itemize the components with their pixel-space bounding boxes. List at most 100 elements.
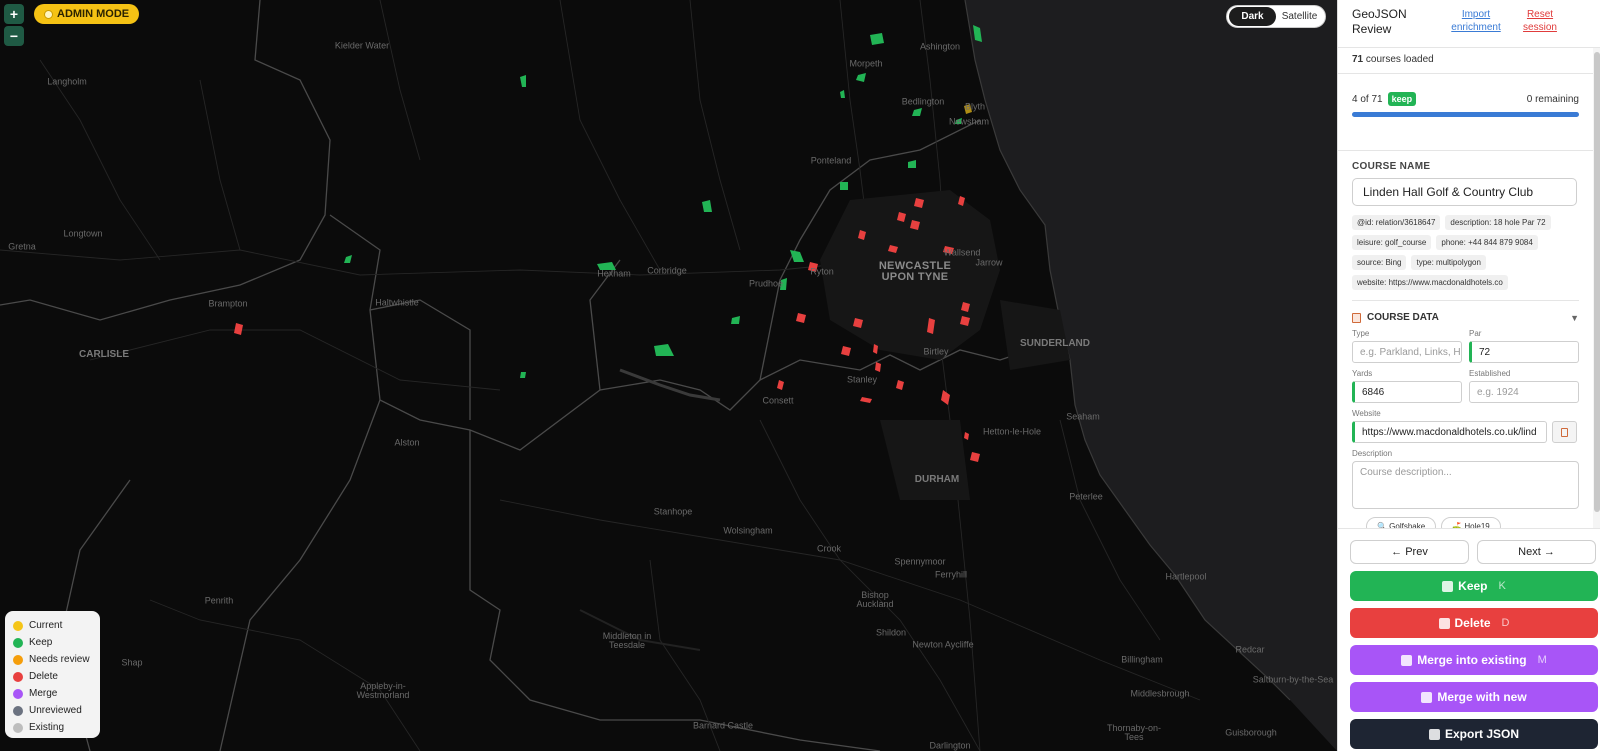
course-name-label: COURSE NAME — [1352, 161, 1431, 172]
style-option-dark[interactable]: Dark — [1229, 7, 1276, 26]
panel-scrollbar[interactable] — [1593, 48, 1600, 528]
export-label: Export JSON — [1444, 727, 1519, 741]
map-view[interactable]: NEWCASTLE UPON TYNE SUNDERLAND DURHAM CA… — [0, 0, 1337, 751]
reset-session-link[interactable]: Reset session — [1518, 8, 1562, 34]
legend-item: Current — [13, 617, 92, 634]
par-label: Par — [1469, 329, 1482, 338]
place-label-jarrow: Jarrow — [975, 257, 1003, 268]
next-button[interactable]: Next → — [1477, 540, 1596, 564]
keep-button[interactable]: Keep K — [1350, 571, 1598, 601]
delete-label: Delete — [1454, 616, 1491, 630]
place-label-seaham: Seaham — [1066, 411, 1100, 422]
place-label-birtley: Birtley — [923, 346, 949, 357]
place-label-newcastle: NEWCASTLE UPON TYNE — [878, 260, 952, 283]
status-badge: keep — [1387, 92, 1417, 106]
osm-tag: @id: relation/3618647 — [1352, 215, 1441, 230]
place-label-hartlepool: Hartlepool — [1165, 571, 1207, 582]
website-row: Website https://www.macdonaldhotels.co.u… — [1352, 409, 1579, 443]
merge-existing-shortcut: M — [1537, 654, 1547, 666]
panel-scroll-area[interactable]: 71 courses loaded 4 of 71 keep 0 remaini… — [1338, 48, 1593, 528]
delete-button[interactable]: Delete D — [1350, 608, 1598, 638]
yards-label: Yards — [1352, 369, 1373, 378]
place-label-saltburn: Saltburn-by-the-Sea — [1252, 674, 1334, 685]
place-label-langholm: Langholm — [47, 76, 87, 87]
description-row: Description Course description... — [1352, 449, 1579, 509]
golfshake-link[interactable]: 🔍 Golfshake — [1366, 517, 1437, 528]
merge-with-new-button[interactable]: Merge with new — [1350, 682, 1598, 712]
osm-tag: leisure: golf_course — [1352, 235, 1432, 250]
merge-icon — [1401, 654, 1413, 666]
prev-button[interactable]: ← Prev — [1350, 540, 1469, 564]
place-label-gretna: Gretna — [8, 241, 36, 252]
established-label: Established — [1469, 369, 1511, 378]
place-label-appleby: Appleby-in-Westmorland — [356, 681, 410, 700]
merge-new-label: Merge with new — [1437, 690, 1527, 704]
place-label-wallsend: Wallsend — [943, 247, 981, 258]
import-enrichment-link[interactable]: Import enrichment — [1444, 8, 1508, 34]
place-label-guisborough: Guisborough — [1225, 727, 1277, 738]
place-label-penrith: Penrith — [204, 595, 234, 606]
copy-website-button[interactable] — [1552, 421, 1577, 443]
legend-swatch — [13, 671, 23, 682]
zoom-out-button[interactable]: − — [4, 26, 24, 46]
legend-swatch — [13, 705, 23, 716]
check-icon — [1442, 580, 1454, 592]
legend-swatch — [13, 620, 23, 631]
review-progress: 4 of 71 keep 0 remaining — [1338, 74, 1593, 151]
legend-item: Needs review — [13, 651, 92, 668]
place-label-ferryhill: Ferryhill — [934, 569, 968, 580]
course-data-label: COURSE DATA — [1367, 312, 1439, 323]
external-links: 🔍 Golfshake ⛳ Hole19 — [1366, 517, 1579, 528]
scrollbar-thumb[interactable] — [1594, 52, 1600, 512]
course-data-header[interactable]: COURSE DATA ▼ — [1352, 312, 1579, 323]
website-input[interactable]: https://www.macdonaldhotels.co.uk/lind — [1352, 421, 1547, 443]
osm-tag: source: Bing — [1352, 255, 1407, 270]
trash-icon — [1438, 617, 1450, 629]
export-json-button[interactable]: Export JSON — [1350, 719, 1598, 749]
place-label-carlisle: CARLISLE — [79, 349, 129, 360]
course-data-fields: Type e.g. Parkland, Links, H Par 72 Yard… — [1352, 329, 1579, 403]
review-panel: GeoJSON Review Import enrichment Reset s… — [1337, 0, 1600, 751]
style-option-satellite[interactable]: Satellite — [1276, 7, 1323, 26]
chevron-down-icon[interactable]: ▼ — [1570, 313, 1579, 323]
place-label-middlesbrough: Middlesbrough — [1130, 688, 1190, 699]
place-label-redcar: Redcar — [1235, 644, 1265, 655]
osm-tag: website: https://www.macdonaldhotels.co — [1352, 275, 1508, 290]
clipboard-icon — [1561, 427, 1568, 437]
place-label-crook: Crook — [816, 543, 842, 554]
course-name-input[interactable]: Linden Hall Golf & Country Club — [1352, 178, 1577, 206]
place-label-corbridge: Corbridge — [647, 265, 687, 276]
description-label: Description — [1352, 449, 1393, 458]
legend-swatch — [13, 637, 23, 648]
description-textarea[interactable]: Course description... — [1352, 461, 1579, 509]
zoom-in-button[interactable]: + — [4, 4, 24, 24]
basemap — [0, 0, 1337, 751]
place-label-peterlee: Peterlee — [1069, 491, 1103, 502]
established-input[interactable]: e.g. 1924 — [1469, 381, 1579, 403]
place-label-billingham: Billingham — [1121, 654, 1163, 665]
legend-item: Unreviewed — [13, 702, 92, 719]
par-input[interactable]: 72 — [1469, 341, 1579, 363]
merge-into-existing-button[interactable]: Merge into existing M — [1350, 645, 1598, 675]
legend-label: Needs review — [29, 654, 90, 665]
progress-bar-fill — [1352, 112, 1579, 117]
place-label-newsham: Newsham — [948, 116, 990, 127]
delete-shortcut: D — [1501, 617, 1510, 629]
remaining-count: 0 remaining — [1526, 93, 1579, 105]
place-label-stanhope: Stanhope — [653, 506, 693, 517]
hole19-link[interactable]: ⛳ Hole19 — [1441, 517, 1501, 528]
admin-mode-badge[interactable]: ADMIN MODE — [34, 4, 140, 24]
place-label-blyth: Blyth — [964, 101, 986, 112]
type-input[interactable]: e.g. Parkland, Links, H — [1352, 341, 1462, 363]
yards-input[interactable]: 6846 — [1352, 381, 1462, 403]
legend-label: Unreviewed — [29, 705, 82, 716]
merge-icon — [1421, 691, 1433, 703]
place-label-barnard-castle: Barnard Castle — [692, 720, 754, 731]
legend-swatch — [13, 654, 23, 665]
loaded-count: 71 — [1352, 54, 1364, 65]
place-label-thornaby: Thornaby-on-Tees — [1106, 723, 1162, 742]
place-label-prudhoe: Prudhoe — [748, 278, 784, 289]
download-icon — [1428, 728, 1440, 740]
place-label-stanley: Stanley — [846, 374, 878, 385]
osm-tag: phone: +44 844 879 9084 — [1436, 235, 1538, 250]
